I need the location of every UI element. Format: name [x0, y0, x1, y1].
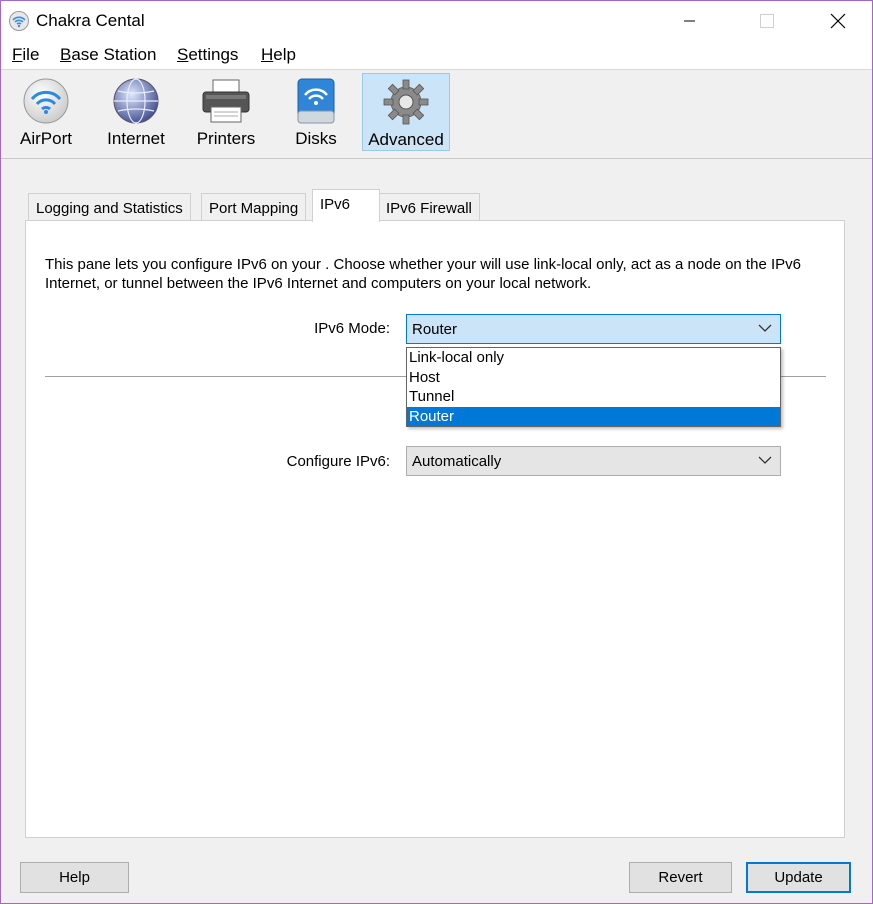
title-bar[interactable]: Chakra Cental	[1, 1, 872, 41]
tab-port-mapping[interactable]: Port Mapping	[201, 193, 307, 221]
main-window: Chakra Cental File Base Station Settings…	[0, 0, 873, 904]
toolbar-advanced[interactable]: Advanced	[362, 73, 450, 151]
wifi-app-icon	[9, 11, 29, 31]
toolbar-printers-label: Printers	[196, 129, 256, 148]
toolbar-disks[interactable]: Disks	[272, 73, 360, 151]
chevron-down-icon	[758, 456, 772, 464]
tab-ipv6-firewall[interactable]: IPv6 Firewall	[378, 193, 480, 221]
disk-icon	[297, 78, 335, 124]
menu-bar: File Base Station Settings Help	[1, 41, 872, 70]
minimize-button[interactable]	[667, 1, 713, 41]
maximize-icon	[760, 14, 774, 28]
option-router[interactable]: Router	[407, 406, 780, 426]
menu-settings[interactable]: Settings	[177, 45, 238, 65]
toolbar-airport[interactable]: AirPort	[2, 73, 90, 151]
globe-icon	[113, 78, 159, 124]
toolbar-disks-label: Disks	[295, 129, 337, 148]
option-link-local-only[interactable]: Link-local only	[407, 348, 780, 368]
ipv6-pane: This pane lets you configure IPv6 on you…	[25, 220, 845, 838]
configure-ipv6-label: Configure IPv6:	[286, 453, 390, 470]
gear-icon	[383, 79, 429, 125]
option-host[interactable]: Host	[407, 368, 780, 388]
chevron-down-icon	[758, 324, 772, 332]
close-icon	[830, 13, 846, 29]
toolbar-internet[interactable]: Internet	[92, 73, 180, 151]
ipv6-mode-select[interactable]: Router	[406, 314, 781, 344]
maximize-button[interactable]	[744, 1, 790, 41]
menu-help[interactable]: Help	[261, 45, 296, 65]
toolbar-airport-label: AirPort	[20, 129, 72, 148]
close-button[interactable]	[815, 1, 861, 41]
printer-icon	[202, 79, 250, 123]
toolbar-internet-label: Internet	[107, 129, 165, 148]
ipv6-mode-value: Router	[412, 321, 458, 338]
menu-base-station[interactable]: Base Station	[60, 45, 156, 65]
minimize-icon	[684, 20, 695, 22]
window-title: Chakra Cental	[36, 11, 145, 30]
ipv6-mode-label: IPv6 Mode:	[314, 320, 390, 337]
option-tunnel[interactable]: Tunnel	[407, 387, 780, 407]
tab-logging-and-statistics[interactable]: Logging and Statistics	[28, 193, 191, 221]
configure-ipv6-select[interactable]: Automatically	[406, 446, 781, 476]
toolbar-advanced-label: Advanced	[368, 130, 444, 149]
toolbar: AirPort Internet Printers Disks Advanced	[1, 70, 872, 159]
menu-file[interactable]: File	[12, 45, 39, 65]
configure-ipv6-value: Automatically	[412, 453, 502, 470]
update-button[interactable]: Update	[746, 862, 851, 893]
ipv6-mode-dropdown-list: Link-local only Host Tunnel Router	[406, 347, 781, 427]
wifi-icon	[23, 78, 69, 124]
revert-button[interactable]: Revert	[629, 862, 732, 893]
pane-description: This pane lets you configure IPv6 on you…	[45, 256, 801, 292]
tab-ipv6[interactable]: IPv6	[312, 189, 380, 222]
toolbar-printers[interactable]: Printers	[182, 73, 270, 151]
help-button[interactable]: Help	[20, 862, 129, 893]
